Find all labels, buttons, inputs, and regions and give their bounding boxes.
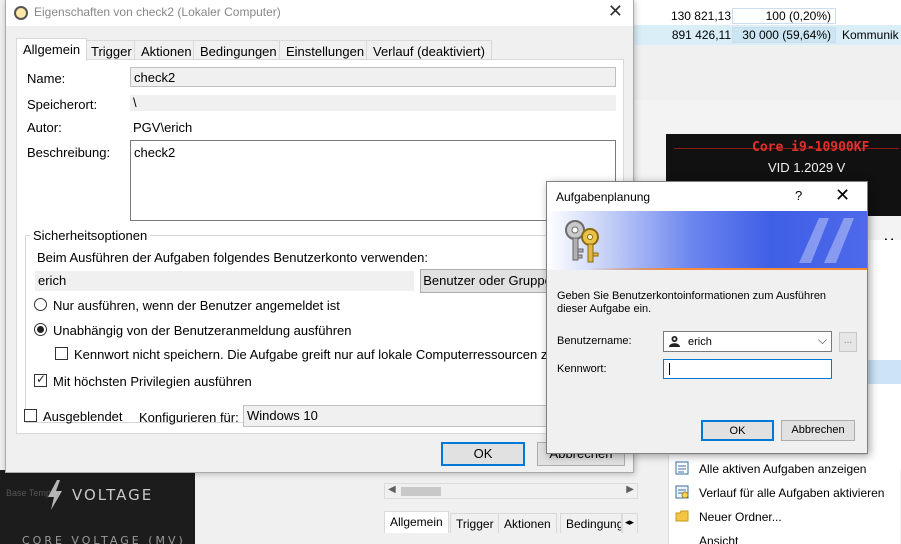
tab-aktionen[interactable]: Aktionen — [498, 513, 557, 533]
selected-row[interactable] — [868, 360, 901, 384]
help-icon[interactable]: ? — [795, 188, 802, 203]
ok-button[interactable]: OK — [701, 420, 774, 441]
voltage-hint: Base Temp — [6, 488, 51, 498]
chevron-down-icon[interactable]: ⌵ — [818, 333, 827, 348]
username-value: erich — [688, 336, 712, 348]
history-icon — [675, 485, 689, 499]
account-field: erich — [35, 271, 414, 291]
no-store-password-checkbox[interactable] — [55, 347, 68, 360]
close-icon[interactable]: ✕ — [835, 185, 850, 206]
action-label: Alle aktiven Aufgaben anzeigen — [699, 462, 867, 476]
keys-icon — [565, 220, 599, 263]
radio-independent[interactable] — [34, 323, 47, 336]
security-options-title: Sicherheitsoptionen — [30, 228, 151, 243]
side-panel — [868, 240, 901, 470]
tab-trigger[interactable]: Trigger — [450, 513, 500, 533]
author-label: Autor: — [27, 120, 62, 135]
tab-einstellungen[interactable]: Einstellungen — [279, 40, 372, 60]
highest-privileges-checkbox[interactable] — [34, 372, 47, 387]
scroll-thumb[interactable] — [401, 487, 441, 496]
name-label: Name: — [27, 71, 66, 86]
action-label: Verlauf für alle Aufgaben aktivieren — [699, 486, 885, 500]
table-cell: Kommunik — [842, 28, 899, 42]
voltage-widget: Base Temp VOLTAGE CORE VOLTAGE (MV) — [0, 470, 195, 544]
description-field[interactable]: check2 — [130, 140, 616, 221]
banner — [547, 211, 867, 270]
cancel-button[interactable]: Abbrechen — [781, 420, 855, 441]
scroll-right-icon[interactable]: ▶ — [626, 484, 634, 495]
lightning-icon — [48, 480, 62, 510]
horizontal-scrollbar[interactable]: ◀ ▶ — [384, 483, 638, 499]
cpu-name: Core i9-10900KF — [752, 140, 870, 155]
radio-independent-label[interactable]: Unabhängig von der Benutzeranmeldung aus… — [53, 323, 352, 338]
username-label: Benutzername: — [557, 335, 632, 347]
password-label: Kennwort: — [557, 363, 607, 375]
action-label: Ansicht — [699, 534, 739, 544]
task-clock-icon — [14, 6, 28, 20]
tab-allgemein[interactable]: Allgemein — [16, 38, 88, 61]
ok-button[interactable]: OK — [441, 442, 525, 466]
general-tab-panel: Name: check2 Speicherort: \ Autor: PGV\e… — [16, 59, 624, 434]
tab-verlauf[interactable]: Verlauf (deaktiviert) — [366, 40, 492, 60]
tab-bedingungen[interactable]: Bedingungen — [193, 40, 284, 60]
hidden-label[interactable]: Ausgeblendet — [43, 409, 123, 424]
configure-select[interactable]: Windows 10 — [243, 405, 563, 427]
location-label: Speicherort: — [27, 97, 98, 112]
voltage-subtitle: CORE VOLTAGE (MV) — [22, 534, 186, 544]
description-label: Beschreibung: — [27, 145, 111, 160]
location-field: \ — [130, 95, 616, 111]
properties-dialog: Eigenschaften von check2 (Lokaler Comput… — [5, 0, 634, 473]
action-label: Neuer Ordner... — [699, 510, 782, 524]
title-bar[interactable]: Aufgabenplanung ? ✕ — [547, 182, 867, 211]
background-table: 130 821,13 100 (0,20%) 891 426,11 30 000… — [634, 0, 901, 45]
radio-logged-on[interactable] — [34, 298, 47, 311]
list-icon — [675, 461, 689, 475]
close-icon[interactable]: ✕ — [608, 1, 623, 22]
dialog-title: Aufgabenplanung — [556, 190, 651, 204]
voltage-brand: VOLTAGE — [72, 486, 154, 504]
no-store-password-label[interactable]: Kennwort nicht speichern. Die Aufgabe gr… — [74, 347, 558, 362]
radio-logged-on-label[interactable]: Nur ausführen, wenn der Benutzer angemel… — [53, 298, 340, 313]
title-bar[interactable]: Eigenschaften von check2 (Lokaler Comput… — [6, 0, 633, 26]
browse-user-button[interactable]: ... — [839, 332, 857, 352]
actions-pane: Alle aktiven Aufgaben anzeigen Verlauf f… — [668, 455, 900, 544]
table-cell: 30 000 (59,64%) — [732, 27, 836, 43]
username-combobox[interactable]: erich ⌵ — [663, 331, 832, 352]
tab-allgemein[interactable]: Allgemein — [384, 511, 449, 533]
configure-label: Konfigurieren für: — [139, 410, 239, 425]
table-cell: 130 821,13 — [670, 9, 731, 23]
author-field: PGV\erich — [130, 118, 616, 138]
text-caret — [669, 363, 670, 375]
account-prompt: Beim Ausführen der Aufgaben folgendes Be… — [37, 250, 428, 265]
hidden-checkbox[interactable] — [24, 409, 37, 422]
table-row: 891 426,11 30 000 (59,64%) Kommunik — [634, 25, 901, 45]
banner-accent — [587, 268, 867, 270]
cpu-vid: VID 1.2029 V — [768, 160, 846, 175]
folder-icon — [675, 510, 689, 522]
tab-bedingungen[interactable]: Bedingung — [560, 513, 622, 533]
table-row: 130 821,13 100 (0,20%) — [634, 6, 901, 26]
tab-aktionen[interactable]: Aktionen — [134, 40, 199, 60]
tab-trigger[interactable]: Trigger — [84, 40, 139, 60]
dialog-title: Eigenschaften von check2 (Lokaler Comput… — [34, 5, 281, 19]
password-field[interactable] — [663, 359, 832, 379]
bottom-tabs: Allgemein Trigger Aktionen Bedingung ◂▸ — [384, 511, 638, 535]
table-cell: 100 (0,20%) — [732, 8, 836, 24]
user-icon — [669, 336, 680, 347]
instruction-text: Geben Sie Benutzerkontoinformationen zum… — [557, 290, 827, 315]
tab-scroll-icon[interactable]: ◂▸ — [622, 513, 638, 533]
highest-privileges-label[interactable]: Mit höchsten Privilegien ausführen — [53, 374, 252, 389]
credential-dialog: Aufgabenplanung ? ✕ Geben Sie Benutzerko… — [546, 181, 868, 454]
watermark-icon — [799, 218, 854, 263]
name-field[interactable]: check2 — [130, 67, 616, 87]
scroll-left-icon[interactable]: ◀ — [388, 484, 396, 495]
table-cell: 891 426,11 — [671, 28, 731, 42]
